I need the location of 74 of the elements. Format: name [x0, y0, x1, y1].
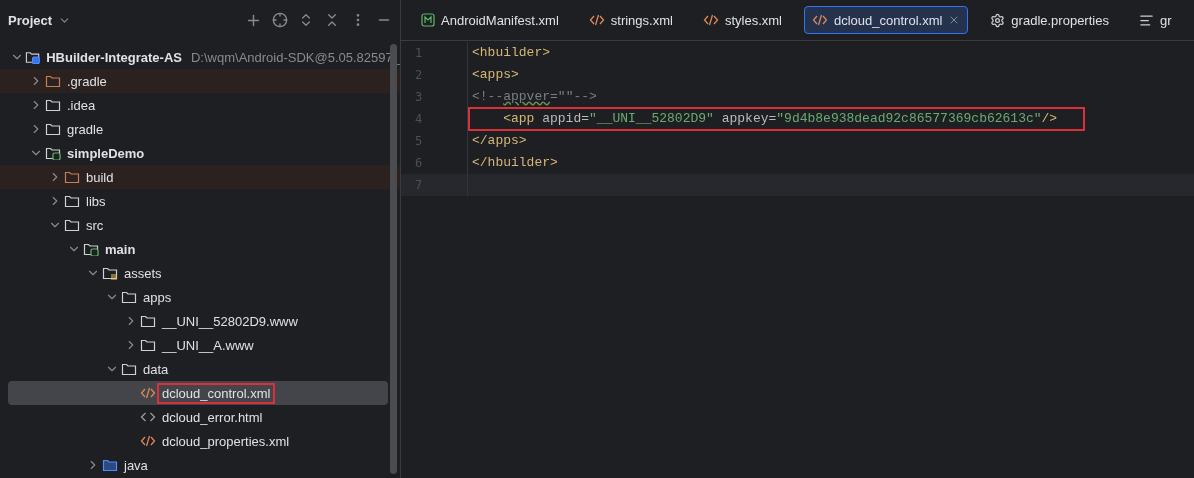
folder-icon: [45, 74, 61, 88]
tree-item-label: assets: [123, 264, 163, 282]
tree-item-label: dcloud_error.html: [161, 408, 264, 426]
folder-icon: [64, 170, 80, 184]
tree-row[interactable]: simpleDemo: [0, 141, 400, 165]
module-folder-icon: [83, 242, 99, 256]
tree-item-label: simpleDemo: [66, 144, 146, 162]
tree-row[interactable]: .gradle: [0, 69, 400, 93]
tree-item-label: dcloud_properties.xml: [161, 432, 291, 450]
tree-item-label: java: [122, 456, 149, 474]
tree-item-label: src: [85, 216, 105, 234]
folder-icon: [140, 314, 156, 328]
tree-row[interactable]: assets: [0, 261, 400, 285]
folder-icon: [64, 194, 80, 208]
code-line: </hbuilder>: [471, 154, 559, 172]
html-file-icon: [140, 410, 156, 424]
tree-item-label: HBuilder-Integrate-AS: [45, 48, 183, 66]
tree-item-label: apps: [142, 288, 173, 306]
source-folder-icon: [102, 458, 118, 472]
tree-row[interactable]: dcloud_properties.xml: [0, 429, 400, 453]
editor-tab[interactable]: AndroidManifest.xml: [413, 6, 567, 34]
tree-item-label: dcloud_control.xml: [159, 384, 274, 402]
settings-icon: [990, 12, 1006, 28]
code-line: </apps>: [471, 132, 528, 150]
tree-row[interactable]: apps: [0, 285, 400, 309]
tree-row[interactable]: main: [0, 237, 400, 261]
module-folder-icon: [45, 146, 61, 160]
tree-row[interactable]: libs: [0, 189, 400, 213]
tree-item-label: data: [142, 360, 170, 378]
tree-row[interactable]: .idea: [0, 93, 400, 117]
resources-folder-icon: [102, 266, 118, 280]
tree-row[interactable]: gradle: [0, 117, 400, 141]
tree-item-label: main: [104, 240, 137, 258]
tree-row[interactable]: __UNI__A.www: [0, 333, 400, 357]
code-file-icon: [588, 13, 605, 27]
code-line: <!--appver=""-->: [471, 88, 598, 106]
editor-tab[interactable]: styles.xml: [694, 6, 790, 34]
editor-tab[interactable]: dcloud_control.xml: [803, 6, 969, 34]
tree-row[interactable]: build: [0, 165, 400, 189]
manifest-icon: [421, 13, 435, 27]
tree-row[interactable]: data: [0, 357, 400, 381]
folder-icon: [45, 122, 61, 136]
tree-item-label: gradle: [66, 120, 105, 138]
tree-row[interactable]: dcloud_control.xml: [8, 381, 388, 405]
folder-icon: [64, 218, 80, 232]
tree-row[interactable]: HBuilder-Integrate-AS D:\wqm\Android-SDK@5.05.82597_: [0, 45, 400, 69]
editor-tab[interactable]: gradle.properties: [982, 6, 1117, 34]
code-file-icon: [702, 13, 719, 27]
panel-title[interactable]: Project: [8, 12, 53, 28]
project-folder-icon: [25, 50, 41, 64]
code-file-icon: [811, 13, 828, 27]
code-file-icon: [140, 434, 156, 448]
tree-row[interactable]: src: [0, 213, 400, 237]
folder-icon: [45, 98, 61, 112]
crosshair-icon[interactable]: [272, 12, 288, 28]
tree-row[interactable]: __UNI__52802D9.www: [0, 309, 400, 333]
tree-row[interactable]: dcloud_error.html: [0, 405, 400, 429]
project-path: D:\wqm\Android-SDK@5.05.82597_: [190, 49, 400, 65]
folder-icon: [140, 338, 156, 352]
tree-item-label: __UNI__52802D9.www: [160, 312, 299, 330]
code-line: <hbuilder>: [471, 44, 551, 62]
tree-item-label: build: [85, 168, 115, 186]
tree-item-label: .gradle: [66, 72, 108, 90]
code-line: <apps>: [471, 66, 520, 84]
editor-tab[interactable]: gr: [1130, 6, 1180, 34]
code-file-icon: [140, 386, 156, 400]
text-file-icon: [1138, 12, 1154, 28]
tree-row[interactable]: java: [0, 453, 400, 477]
tree-item-label: libs: [85, 192, 107, 210]
folder-icon: [121, 362, 137, 376]
folder-icon: [121, 290, 137, 304]
tree-item-label: .idea: [66, 96, 97, 114]
editor-tab[interactable]: strings.xml: [580, 6, 681, 34]
tree-item-label: __UNI__A.www: [160, 336, 255, 354]
